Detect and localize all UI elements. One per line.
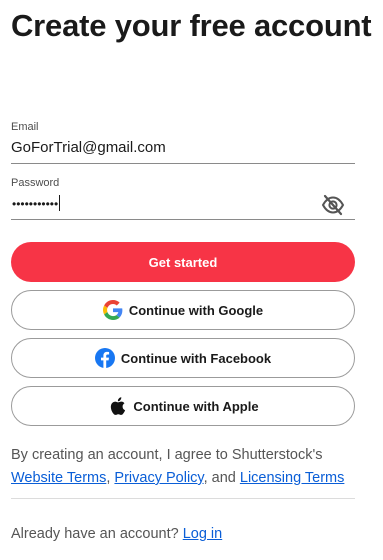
privacy-policy-link[interactable]: Privacy Policy xyxy=(114,470,203,486)
legal-prefix: By creating an account, I agree to Shutt… xyxy=(11,447,323,463)
login-prompt-text: Already have an account? xyxy=(11,526,179,542)
licensing-terms-link[interactable]: Licensing Terms xyxy=(240,470,345,486)
google-icon xyxy=(102,300,123,320)
legal-separator-2: , and xyxy=(203,470,236,486)
apple-icon xyxy=(107,396,127,416)
legal-separator-1: , xyxy=(106,470,111,486)
password-field[interactable]: Password ••••••••••• xyxy=(11,176,355,220)
email-input[interactable]: GoForTrial@gmail.com xyxy=(11,138,166,158)
log-in-link[interactable]: Log in xyxy=(183,526,223,542)
login-prompt: Already have an account? Log in xyxy=(11,524,222,544)
email-label: Email xyxy=(11,121,39,133)
get-started-button[interactable]: Get started xyxy=(11,242,355,282)
get-started-label: Get started xyxy=(148,254,218,270)
email-field[interactable]: Email GoForTrial@gmail.com xyxy=(11,120,355,164)
facebook-button-label: Continue with Facebook xyxy=(120,350,272,366)
password-label: Password xyxy=(11,177,60,189)
text-caret xyxy=(59,195,61,211)
facebook-icon xyxy=(94,348,115,368)
eye-slash-icon[interactable] xyxy=(321,194,345,216)
password-masked-value: ••••••••••• xyxy=(12,197,59,211)
password-input[interactable]: ••••••••••• xyxy=(12,194,61,214)
divider xyxy=(11,498,355,499)
continue-with-apple-button[interactable]: Continue with Apple xyxy=(11,386,355,426)
apple-button-label: Continue with Apple xyxy=(133,398,259,414)
legal-notice: By creating an account, I agree to Shutt… xyxy=(11,444,361,490)
website-terms-link[interactable]: Website Terms xyxy=(11,470,106,486)
page-title: Create your free account xyxy=(11,8,372,43)
continue-with-google-button[interactable]: Continue with Google xyxy=(11,290,355,330)
continue-with-facebook-button[interactable]: Continue with Facebook xyxy=(11,338,355,378)
google-button-label: Continue with Google xyxy=(128,302,264,318)
